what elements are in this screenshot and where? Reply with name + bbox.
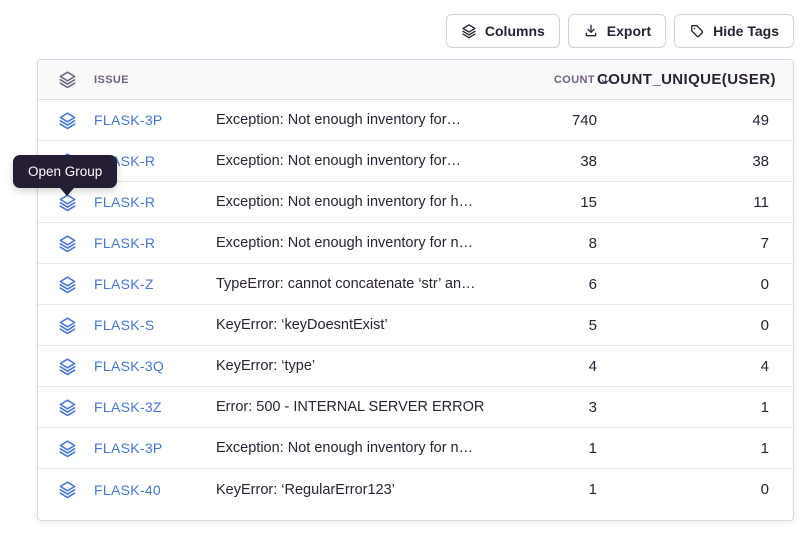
count-unique-value: 7 <box>597 235 793 252</box>
page: Columns Export Hide Tags ISSUE COUNT COU… <box>0 0 807 538</box>
issue-stack-icon[interactable] <box>58 398 77 417</box>
issue-stack-icon[interactable] <box>58 275 77 294</box>
table-row: FLASK-3P Exception: Not enough inventory… <box>38 100 793 141</box>
count-unique-value: 1 <box>597 399 793 416</box>
columns-button[interactable]: Columns <box>446 14 560 48</box>
issue-stack-icon[interactable] <box>58 111 77 130</box>
count-value: 15 <box>509 194 597 211</box>
issue-stack-icon[interactable] <box>58 316 77 335</box>
count-value: 38 <box>509 153 597 170</box>
table-row: FLASK-S KeyError: ‘keyDoesntExist’ 5 0 <box>38 305 793 346</box>
table-row: FLASK-3P Exception: Not enough inventory… <box>38 428 793 469</box>
hide-tags-button-label: Hide Tags <box>713 23 779 39</box>
header-count-unique[interactable]: COUNT_UNIQUE(USER) <box>597 71 793 88</box>
toolbar: Columns Export Hide Tags <box>446 14 794 48</box>
count-unique-value: 11 <box>597 194 793 211</box>
tooltip-label: Open Group <box>28 164 102 179</box>
table-row: FLASK-R Exception: Not enough inventory … <box>38 223 793 264</box>
issue-title: TypeError: cannot concatenate ‘str’ an… <box>216 276 509 292</box>
count-value: 4 <box>509 358 597 375</box>
header-issue[interactable]: ISSUE <box>94 74 216 86</box>
count-value: 3 <box>509 399 597 416</box>
issues-table: ISSUE COUNT COUNT_UNIQUE(USER) FLASK-3P … <box>37 59 794 521</box>
export-button-label: Export <box>607 23 651 39</box>
issue-stack-icon[interactable] <box>58 439 77 458</box>
count-unique-value: 0 <box>597 481 793 498</box>
issue-stack-icon[interactable] <box>58 480 77 499</box>
open-group-tooltip: Open Group <box>13 155 117 188</box>
issue-title: Exception: Not enough inventory for n… <box>216 440 509 456</box>
issue-link[interactable]: FLASK-Z <box>94 276 216 292</box>
issue-link[interactable]: FLASK-S <box>94 317 216 333</box>
issue-title: Error: 500 - INTERNAL SERVER ERROR <box>216 399 509 415</box>
count-unique-value: 4 <box>597 358 793 375</box>
issue-title: KeyError: ‘RegularError123’ <box>216 482 509 498</box>
issue-stack-icon[interactable] <box>58 357 77 376</box>
table-row: FLASK-3Q KeyError: ‘type’ 4 4 <box>38 346 793 387</box>
issue-title: Exception: Not enough inventory for h… <box>216 194 509 210</box>
table-row: FLASK-40 KeyError: ‘RegularError123’ 1 0 <box>38 469 793 510</box>
issue-title: Exception: Not enough inventory for… <box>216 153 509 169</box>
layers-icon <box>58 70 77 89</box>
count-unique-value: 49 <box>597 112 793 129</box>
issue-link[interactable]: FLASK-3P <box>94 440 216 456</box>
table-row: FLASK-3Z Error: 500 - INTERNAL SERVER ER… <box>38 387 793 428</box>
table-header: ISSUE COUNT COUNT_UNIQUE(USER) <box>38 60 793 100</box>
issue-stack-icon[interactable] <box>58 234 77 253</box>
count-value: 8 <box>509 235 597 252</box>
issue-link[interactable]: FLASK-40 <box>94 482 216 498</box>
issue-link[interactable]: FLASK-3Z <box>94 399 216 415</box>
count-unique-value: 38 <box>597 153 793 170</box>
issue-title: Exception: Not enough inventory for n… <box>216 235 509 251</box>
issue-link[interactable]: FLASK-R <box>94 235 216 251</box>
count-value: 6 <box>509 276 597 293</box>
count-value: 740 <box>509 112 597 129</box>
count-unique-value: 1 <box>597 440 793 457</box>
hide-tags-button[interactable]: Hide Tags <box>674 14 794 48</box>
header-count-label: COUNT <box>554 74 595 86</box>
columns-button-label: Columns <box>485 23 545 39</box>
header-count[interactable]: COUNT <box>509 73 597 86</box>
count-value: 1 <box>509 481 597 498</box>
tooltip-caret <box>60 188 74 196</box>
issue-title: Exception: Not enough inventory for… <box>216 112 509 128</box>
issue-title: KeyError: ‘type’ <box>216 358 509 374</box>
tag-icon <box>689 23 705 39</box>
issue-link[interactable]: FLASK-3Q <box>94 358 216 374</box>
count-value: 5 <box>509 317 597 334</box>
table-row: FLASK-Z TypeError: cannot concatenate ‘s… <box>38 264 793 305</box>
export-button[interactable]: Export <box>568 14 666 48</box>
table-row: FLASK-R Exception: Not enough inventory … <box>38 141 793 182</box>
table-row: FLASK-R Exception: Not enough inventory … <box>38 182 793 223</box>
count-unique-value: 0 <box>597 276 793 293</box>
issue-title: KeyError: ‘keyDoesntExist’ <box>216 317 509 333</box>
count-value: 1 <box>509 440 597 457</box>
layers-icon <box>461 23 477 39</box>
download-icon <box>583 23 599 39</box>
issue-link[interactable]: FLASK-R <box>94 194 216 210</box>
issue-link[interactable]: FLASK-3P <box>94 112 216 128</box>
count-unique-value: 0 <box>597 317 793 334</box>
